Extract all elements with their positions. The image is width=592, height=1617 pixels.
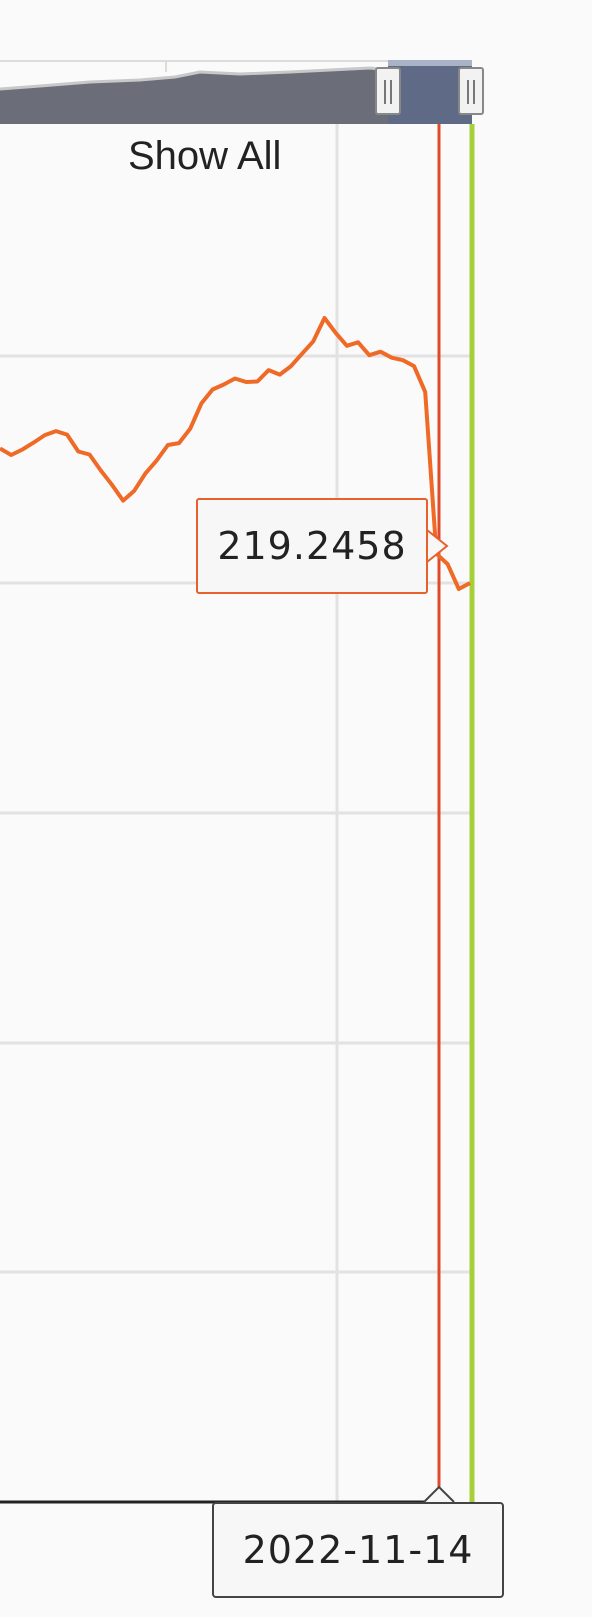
series-point	[222, 383, 226, 387]
series-point	[323, 316, 327, 320]
series-point	[289, 364, 293, 368]
series-point	[43, 433, 47, 437]
series-point	[278, 373, 282, 377]
series-point	[311, 339, 315, 343]
series-point	[32, 441, 36, 445]
series-point	[54, 429, 58, 433]
horizontal-gridlines	[0, 354, 470, 1274]
series-point	[356, 340, 360, 344]
series-point	[255, 380, 259, 384]
chart-area: Show All 219.2458 2022-11-14	[0, 0, 592, 1612]
series-point	[65, 433, 69, 437]
series-point	[244, 380, 248, 384]
series-point	[423, 390, 427, 394]
series-point	[199, 401, 203, 405]
navigator-left-handle[interactable]	[375, 67, 401, 115]
series-point	[9, 453, 13, 457]
navigator-selected-range-top	[388, 60, 472, 66]
date-tooltip-pointer	[423, 1485, 455, 1503]
series-point	[267, 368, 271, 372]
series-point	[188, 427, 192, 431]
series-point	[166, 443, 170, 447]
navigator-right-handle[interactable]	[458, 67, 484, 115]
series-point	[211, 388, 215, 392]
series-point	[300, 352, 304, 356]
date-tooltip-text: 2022-11-14	[242, 1528, 474, 1572]
navigator[interactable]	[0, 60, 484, 124]
series-point	[446, 562, 450, 566]
show-all-button[interactable]: Show All	[128, 134, 281, 179]
series-point	[121, 499, 125, 503]
series-point	[390, 356, 394, 360]
series-point	[367, 353, 371, 357]
series-point	[233, 377, 237, 381]
date-tooltip: 2022-11-14	[212, 1502, 504, 1598]
series-point	[468, 581, 472, 585]
series-point	[457, 587, 461, 591]
series-point	[379, 350, 383, 354]
chart-svg	[0, 60, 484, 1504]
series-point	[88, 453, 92, 457]
series-point	[110, 483, 114, 487]
series-point	[144, 471, 148, 475]
series-point	[345, 344, 349, 348]
value-tooltip: 219.2458	[196, 498, 428, 594]
series-point	[20, 448, 24, 452]
series-point	[412, 364, 416, 368]
series-point	[132, 489, 136, 493]
series-point	[155, 458, 159, 462]
series-point	[177, 441, 181, 445]
series-point	[76, 450, 80, 454]
series-point	[401, 358, 405, 362]
series-point	[334, 331, 338, 335]
value-tooltip-text: 219.2458	[217, 524, 407, 568]
series-point	[99, 468, 103, 472]
navigator-series-area	[0, 68, 388, 124]
